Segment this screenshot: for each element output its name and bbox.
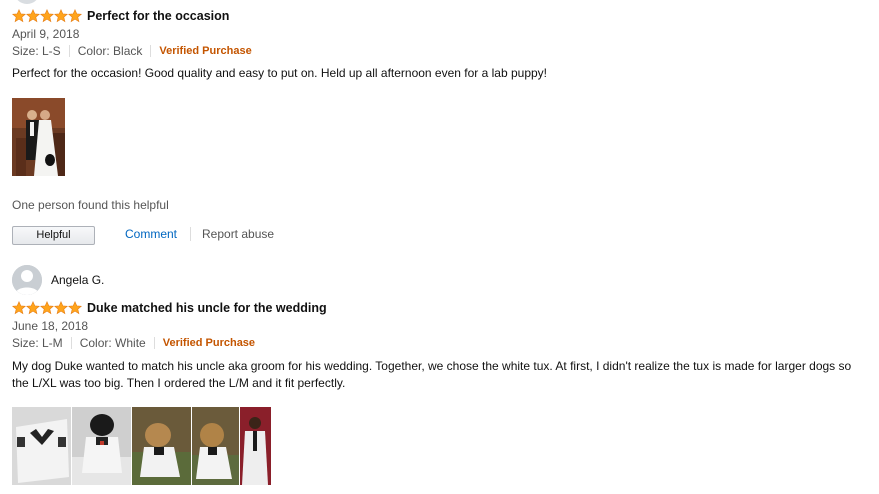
divider xyxy=(150,45,152,57)
star-icon xyxy=(54,9,68,23)
review-text: Perfect for the occasion! Good quality a… xyxy=(12,66,548,80)
color-label: Color: White xyxy=(79,336,146,350)
review-date: April 9, 2018 xyxy=(12,27,80,41)
star-icon xyxy=(12,9,26,23)
comment-link[interactable]: Comment xyxy=(125,227,177,241)
avatar[interactable] xyxy=(12,265,42,295)
review-photo[interactable] xyxy=(12,407,71,485)
helpful-button[interactable]: Helpful xyxy=(12,226,95,245)
helpful-count: One person found this helpful xyxy=(12,198,169,212)
review-meta: Size: L-S Color: Black Verified Purchase xyxy=(12,44,252,58)
verified-badge[interactable]: Verified Purchase xyxy=(163,337,255,349)
color-label: Color: Black xyxy=(77,44,143,58)
review-photo[interactable] xyxy=(12,98,65,176)
divider xyxy=(190,227,191,241)
star-icon xyxy=(40,301,54,315)
review-title[interactable]: Duke matched his uncle for the wedding xyxy=(87,301,327,315)
star-icon xyxy=(26,9,40,23)
divider xyxy=(70,337,72,349)
review-title-row: Duke matched his uncle for the wedding xyxy=(12,301,327,315)
size-label: Size: L-M xyxy=(12,336,63,350)
divider xyxy=(68,45,70,57)
review-date: June 18, 2018 xyxy=(12,319,89,333)
reviewer-name[interactable]: Angela G. xyxy=(51,273,104,287)
report-abuse-link[interactable]: Report abuse xyxy=(202,227,274,241)
divider xyxy=(153,337,155,349)
star-icon xyxy=(26,301,40,315)
review-meta: Size: L-M Color: White Verified Purchase xyxy=(12,336,255,350)
review-title[interactable]: Perfect for the occasion xyxy=(87,9,229,23)
star-rating[interactable] xyxy=(12,9,82,23)
review-photo[interactable] xyxy=(240,407,271,485)
size-label: Size: L-S xyxy=(12,44,61,58)
verified-badge[interactable]: Verified Purchase xyxy=(159,45,251,57)
review-title-row: Perfect for the occasion xyxy=(12,9,229,23)
review-photo[interactable] xyxy=(192,407,239,485)
avatar xyxy=(14,0,40,4)
review-photo[interactable] xyxy=(72,407,131,485)
review-photo[interactable] xyxy=(132,407,191,485)
star-icon xyxy=(12,301,26,315)
star-icon xyxy=(40,9,54,23)
review-text: My dog Duke wanted to match his uncle ak… xyxy=(12,359,852,390)
star-icon xyxy=(68,9,82,23)
star-icon xyxy=(54,301,68,315)
star-rating[interactable] xyxy=(12,301,82,315)
star-icon xyxy=(68,301,82,315)
